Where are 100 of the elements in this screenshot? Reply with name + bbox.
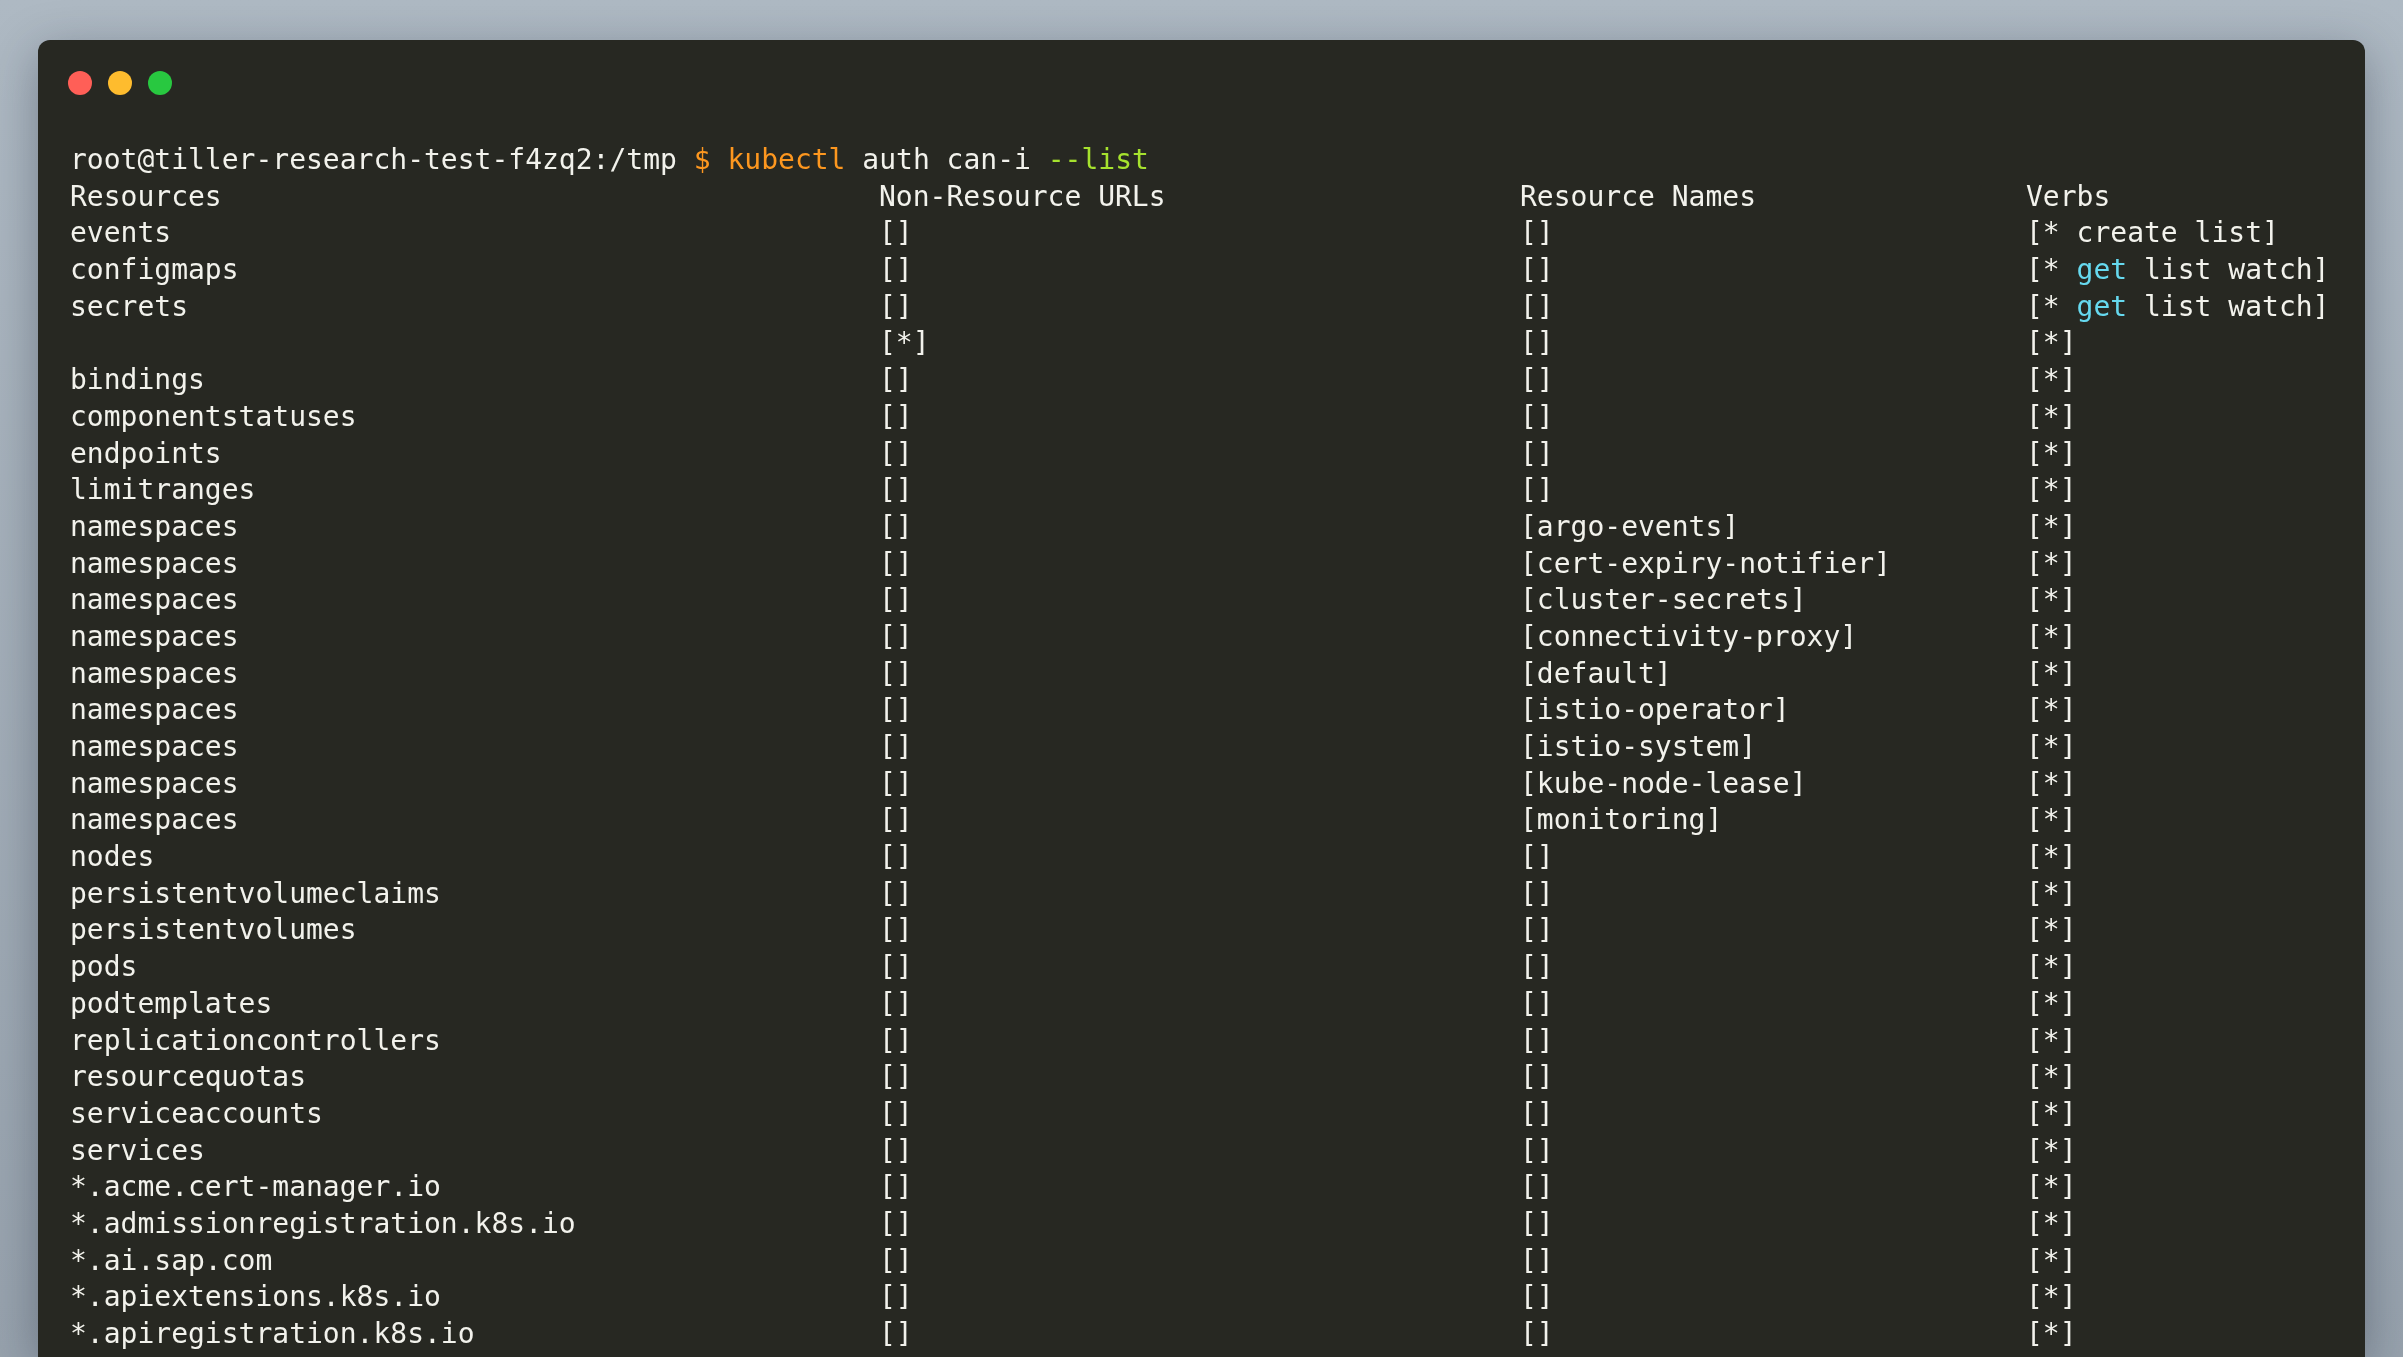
table-cell-text: namespaces	[70, 765, 239, 802]
table-cell-text: [*]	[2026, 618, 2077, 655]
table-cell: [* get list watch]	[2026, 252, 2330, 289]
table-cell-text: [*]	[2026, 985, 2077, 1022]
table-cell-text: []	[879, 1316, 913, 1352]
table-cell-text: []	[1520, 398, 1554, 435]
table-cell-text: services	[70, 1132, 205, 1169]
table-cell-text: [cert-expiry-notifier]	[1520, 545, 1891, 582]
table-cell: [*]	[2026, 582, 2077, 619]
table-cell: [istio-operator]	[1520, 692, 1790, 729]
table-cell-text: namespaces	[70, 618, 239, 655]
table-cell-text: [*]	[2026, 1132, 2077, 1169]
table-cell: nodes	[70, 839, 155, 876]
table-cell-text: [*]	[2026, 1205, 2077, 1242]
table-cell: []	[1520, 362, 1554, 399]
table-cell-text: *.apiregistration.k8s.io	[70, 1316, 475, 1352]
table-cell-text: []	[879, 398, 913, 435]
table-cell-text: [*]	[2026, 508, 2077, 545]
table-cell-text: persistentvolumes	[70, 912, 357, 949]
table-cell-text: [monitoring]	[1520, 802, 1723, 839]
table-cell-text: namespaces	[70, 729, 239, 765]
table-cell: []	[879, 1059, 913, 1096]
table-cell: pods	[70, 949, 138, 986]
table-cell-text: []	[1520, 985, 1554, 1022]
table-cell-text: []	[879, 288, 913, 325]
table-cell-text: [kube-node-lease]	[1520, 765, 1807, 802]
table-cell: []	[879, 692, 913, 729]
table-cell-text: [istio-system]	[1520, 729, 1756, 765]
table-cell-text: [*]	[2026, 655, 2077, 692]
table-cell: []	[879, 362, 913, 399]
table-cell-text: podtemplates	[70, 985, 273, 1022]
table-cell: [*]	[2026, 949, 2077, 986]
table-cell-text: namespaces	[70, 655, 239, 692]
table-cell-text: [*]	[2026, 1242, 2077, 1279]
command-line: root@tiller-research-test-f4zq2:/tmp $ kubectl auth can-i --list	[70, 142, 1150, 178]
table-cell-text: []	[879, 1242, 913, 1279]
table-cell-text: [*]	[2026, 1095, 2077, 1132]
table-cell-text: [*]	[879, 325, 930, 362]
window-control-icon[interactable]	[148, 71, 172, 95]
table-cell: []	[1520, 1059, 1554, 1096]
table-cell-text: componentstatuses	[70, 398, 357, 435]
table-cell-text: [*]	[2026, 435, 2077, 472]
table-cell-text: []	[879, 1095, 913, 1132]
table-cell-text: namespaces	[70, 545, 239, 582]
window-control-icon[interactable]	[108, 71, 132, 95]
table-cell-text: []	[879, 875, 913, 912]
column-header: Resources	[70, 178, 222, 215]
table-cell-text: []	[879, 435, 913, 472]
table-cell-text: []	[1520, 1132, 1554, 1169]
table-cell: []	[1520, 1279, 1554, 1316]
table-cell-text: []	[1520, 435, 1554, 472]
table-cell: *.apiextensions.k8s.io	[70, 1279, 441, 1316]
column-header: Resource Names	[1520, 178, 1756, 215]
table-cell: [cluster-secrets]	[1520, 582, 1807, 619]
table-cell-text: []	[879, 215, 913, 252]
table-cell-text: []	[879, 1132, 913, 1169]
window-control-icon[interactable]	[68, 71, 92, 95]
table-cell: []	[879, 1279, 913, 1316]
table-cell-text: [*]	[2026, 325, 2077, 362]
table-cell-text: [*]	[2026, 729, 2077, 765]
table-cell-text: persistentvolumeclaims	[70, 875, 441, 912]
table-cell-text: []	[1520, 288, 1554, 325]
table-cell: limitranges	[70, 472, 256, 509]
table-cell-text: [*]	[2026, 545, 2077, 582]
table-cell-text: []	[1520, 1242, 1554, 1279]
column-header: Non-Resource URLs	[879, 178, 1166, 215]
table-cell-text: []	[1520, 1095, 1554, 1132]
table-cell-text: []	[1520, 1022, 1554, 1059]
table-cell-text: []	[879, 545, 913, 582]
table-cell-text: []	[1520, 912, 1554, 949]
table-cell-text: serviceaccounts	[70, 1095, 323, 1132]
table-cell: []	[1520, 252, 1554, 289]
table-cell-text: namespaces	[70, 802, 239, 839]
table-cell-text: [* get list watch]	[2026, 288, 2330, 325]
table-cell-text: namespaces	[70, 508, 239, 545]
table-cell-text: []	[879, 765, 913, 802]
table-cell: [*]	[2026, 839, 2077, 876]
table-cell-text: [argo-events]	[1520, 508, 1740, 545]
table-cell-text: [*]	[2026, 1316, 2077, 1352]
table-cell-text: [*]	[2026, 765, 2077, 802]
table-cell-text: []	[879, 802, 913, 839]
table-cell-text: []	[879, 1205, 913, 1242]
table-cell-text: []	[1520, 1316, 1554, 1352]
table-cell-text: []	[879, 729, 913, 765]
table-cell-text: [* create list]	[2026, 215, 2279, 252]
table-cell-text: []	[1520, 875, 1554, 912]
table-cell: []	[879, 582, 913, 619]
column-header: Verbs	[2026, 178, 2111, 215]
table-cell: *.acme.cert-manager.io	[70, 1169, 441, 1206]
table-cell: namespaces	[70, 582, 239, 619]
table-cell: [*]	[2026, 1279, 2077, 1316]
table-cell: [*]	[2026, 1059, 2077, 1096]
table-cell-text: [*]	[2026, 802, 2077, 839]
table-cell-text: endpoints	[70, 435, 222, 472]
table-cell-text: []	[879, 912, 913, 949]
table-cell-text: []	[879, 985, 913, 1022]
table-cell-text: []	[1520, 1205, 1554, 1242]
table-cell-text: [*]	[2026, 1022, 2077, 1059]
table-cell: []	[1520, 839, 1554, 876]
table-cell-text: []	[879, 1022, 913, 1059]
